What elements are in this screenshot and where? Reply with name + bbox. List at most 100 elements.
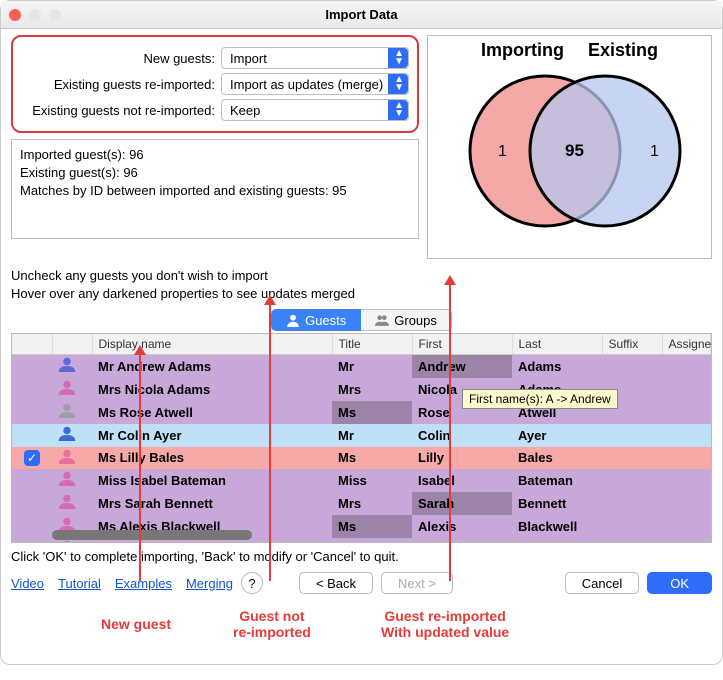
- annotation-arrow: [269, 303, 271, 581]
- annotation-reimported-updated: Guest re-imported With updated value: [381, 608, 509, 640]
- person-icon: [58, 357, 76, 372]
- cell-display-name: Mr Colin Ayer: [92, 424, 332, 447]
- guests-table: Display name Title First Last Suffix Ass…: [11, 333, 712, 543]
- venn-label-existing: Existing: [588, 40, 658, 61]
- select-new-guests[interactable]: Import ▲▼: [221, 47, 409, 69]
- cell-display-name: Ms Lilly Bales: [92, 447, 332, 469]
- row-checkbox[interactable]: [24, 403, 40, 419]
- person-icon: [58, 471, 76, 486]
- cell-assigned: [662, 354, 711, 378]
- cell-first: Colin: [412, 424, 512, 447]
- col-suffix[interactable]: Suffix: [602, 334, 662, 354]
- cell-suffix: [602, 424, 662, 447]
- cell-assigned: [662, 492, 711, 515]
- person-icon: [58, 540, 76, 543]
- venn-label-importing: Importing: [481, 40, 564, 61]
- hint-uncheck: Uncheck any guests you don't wish to imp…: [11, 267, 712, 285]
- hint-hover: Hover over any darkened properties to se…: [11, 285, 712, 303]
- row-checkbox[interactable]: ✓: [24, 450, 40, 466]
- cell-assigned: [662, 378, 711, 401]
- stat-matches: Matches by ID between imported and exist…: [20, 182, 410, 200]
- cancel-button[interactable]: Cancel: [565, 572, 639, 594]
- cell-suffix: [602, 354, 662, 378]
- tab-guests[interactable]: Guests: [271, 309, 361, 331]
- cell-assigned: [662, 447, 711, 469]
- segmented-control: Guests Groups: [11, 309, 712, 331]
- annotation-arrow: [449, 283, 451, 581]
- cell-last: Bales: [512, 447, 602, 469]
- cell-display-name: Mrs Sarah Bennett: [92, 492, 332, 515]
- label-new-guests: New guests:: [21, 51, 221, 66]
- select-existing-reimported-value: Import as updates (merge): [230, 77, 383, 92]
- col-assigned[interactable]: Assigned: [662, 334, 711, 354]
- label-existing-not-reimported: Existing guests not re-imported:: [21, 103, 221, 118]
- cell-title: Mrs: [332, 492, 412, 515]
- chevron-updown-icon: ▲▼: [394, 76, 404, 92]
- table-row[interactable]: Miss Isabel BatemanMissIsabelBateman: [12, 469, 711, 492]
- cell-title: Mrs: [332, 538, 412, 544]
- cell-last: Blackwell: [512, 515, 602, 538]
- table-row[interactable]: ✓Ms Lilly BalesMsLillyBales: [12, 447, 711, 469]
- row-checkbox[interactable]: [24, 494, 40, 510]
- row-checkbox[interactable]: [24, 540, 40, 544]
- col-last[interactable]: Last: [512, 334, 602, 354]
- next-button: Next >: [381, 572, 453, 594]
- venn-count-right: 1: [650, 143, 659, 160]
- link-merging[interactable]: Merging: [186, 576, 233, 591]
- annotation-not-reimported: Guest not re-imported: [233, 608, 311, 640]
- cell-first: Andrew: [412, 354, 512, 378]
- link-examples[interactable]: Examples: [115, 576, 172, 591]
- cell-last: Bennett: [512, 492, 602, 515]
- table-row[interactable]: Mr Colin AyerMrColinAyer: [12, 424, 711, 447]
- horizontal-scrollbar[interactable]: [52, 530, 252, 540]
- stat-imported: Imported guest(s): 96: [20, 146, 410, 164]
- row-checkbox[interactable]: [24, 471, 40, 487]
- cell-first: Lilly: [412, 447, 512, 469]
- ok-button[interactable]: OK: [647, 572, 712, 594]
- tab-groups-label: Groups: [394, 313, 437, 328]
- back-button[interactable]: < Back: [299, 572, 373, 594]
- cell-last: Adams: [512, 354, 602, 378]
- person-icon: [58, 494, 76, 509]
- select-existing-reimported[interactable]: Import as updates (merge) ▲▼: [221, 73, 409, 95]
- annotations: New guest Guest not re-imported Guest re…: [11, 594, 712, 654]
- table-row[interactable]: Mr Andrew AdamsMrAndrewAdams: [12, 354, 711, 378]
- select-new-guests-value: Import: [230, 51, 267, 66]
- annotation-new-guest: New guest: [101, 616, 171, 632]
- bottom-toolbar: Video Tutorial Examples Merging ? < Back…: [11, 572, 712, 594]
- person-icon: [58, 403, 76, 418]
- link-video[interactable]: Video: [11, 576, 44, 591]
- cell-assigned: [662, 469, 711, 492]
- cell-assigned: [662, 401, 711, 424]
- select-existing-not-reimported-value: Keep: [230, 103, 260, 118]
- row-checkbox[interactable]: [24, 517, 40, 533]
- row-checkbox[interactable]: [24, 380, 40, 396]
- tab-groups[interactable]: Groups: [361, 309, 452, 331]
- cell-title: Ms: [332, 401, 412, 424]
- person-icon: [58, 426, 76, 441]
- import-options-panel: New guests: Import ▲▼ Existing guests re…: [11, 35, 419, 133]
- cell-suffix: [602, 447, 662, 469]
- cell-suffix: [602, 492, 662, 515]
- cell-display-name: Ms Rose Atwell: [92, 401, 332, 424]
- import-stats-panel: Imported guest(s): 96 Existing guest(s):…: [11, 139, 419, 239]
- person-icon: [58, 449, 76, 464]
- venn-count-overlap: 95: [565, 141, 584, 160]
- row-checkbox[interactable]: [24, 357, 40, 373]
- table-row[interactable]: Mrs Sarah BennettMrsSarahBennett: [12, 492, 711, 515]
- col-title[interactable]: Title: [332, 334, 412, 354]
- completion-hint: Click 'OK' to complete importing, 'Back'…: [11, 549, 712, 564]
- link-tutorial[interactable]: Tutorial: [58, 576, 101, 591]
- help-button[interactable]: ?: [241, 572, 263, 594]
- row-checkbox[interactable]: [24, 426, 40, 442]
- cell-first: Isabel: [412, 469, 512, 492]
- cell-last: Blaire: [512, 538, 602, 544]
- cell-last: Ayer: [512, 424, 602, 447]
- chevron-updown-icon: ▲▼: [394, 50, 404, 66]
- hints: Uncheck any guests you don't wish to imp…: [11, 267, 712, 303]
- select-existing-not-reimported[interactable]: Keep ▲▼: [221, 99, 409, 121]
- col-display-name[interactable]: Display name: [92, 334, 332, 354]
- col-first[interactable]: First: [412, 334, 512, 354]
- venn-diagram: Importing Existing 1 95 1: [427, 35, 712, 259]
- cell-first: Michelle: [412, 538, 512, 544]
